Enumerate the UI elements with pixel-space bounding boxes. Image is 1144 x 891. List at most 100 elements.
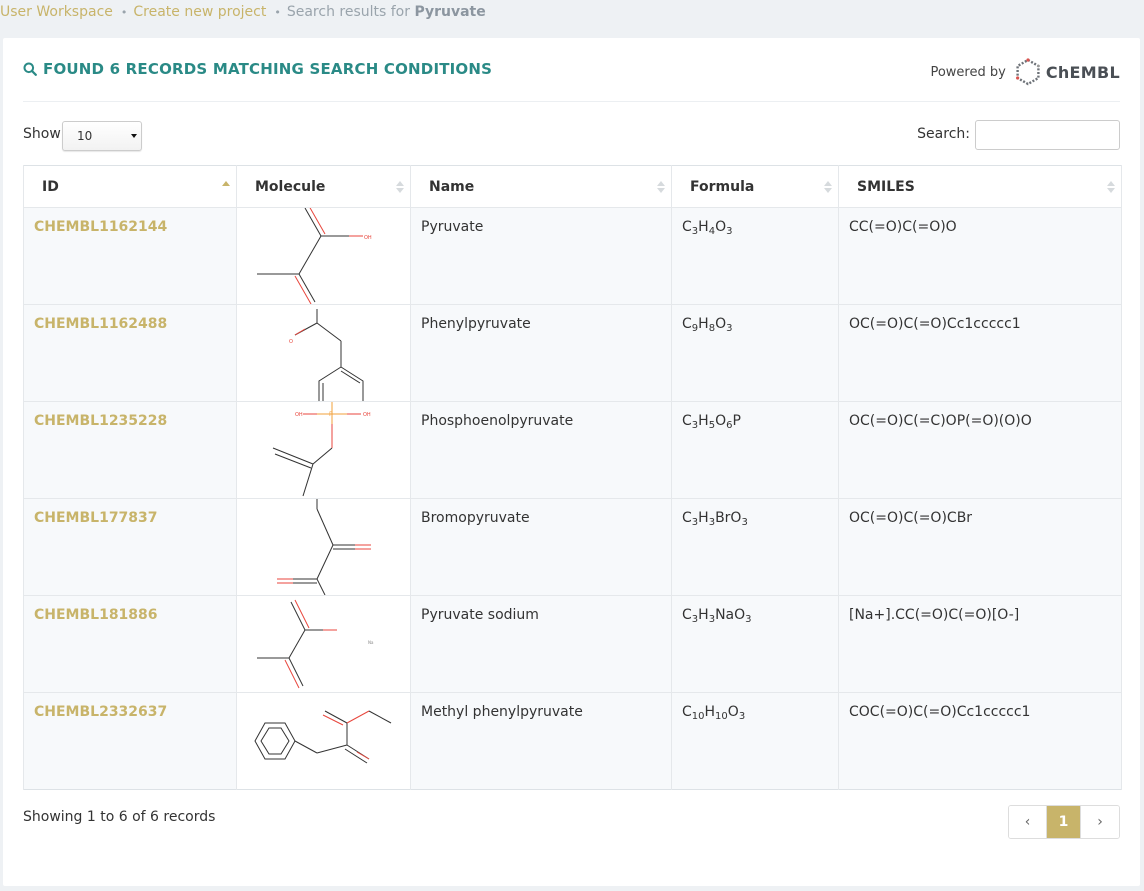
breadcrumb-search-term: Pyruvate [414, 4, 486, 20]
sort-both-icon [657, 181, 665, 193]
cell-molecule [236, 498, 411, 596]
breadcrumb-current: Search results for Pyruvate [287, 4, 486, 20]
breadcrumb: User Workspace • Create new project • Se… [0, 2, 486, 22]
cell-id: CHEMBL1235228 [23, 401, 237, 499]
svg-text:OH: OH [364, 235, 372, 241]
cell-smiles: OC(=O)C(=O)CBr [838, 498, 1122, 596]
results-panel: FOUND 6 RECORDS MATCHING SEARCH CONDITIO… [3, 38, 1140, 886]
cell-formula: C3H3NaO3 [671, 595, 839, 693]
pagination: ‹ 1 › [1008, 805, 1120, 839]
cell-molecule [236, 692, 411, 790]
cell-name: Phenylpyruvate [410, 304, 672, 402]
chevron-left-icon[interactable]: ‹ [1009, 806, 1047, 838]
svg-text:OH: OH [295, 412, 303, 418]
sort-asc-icon [222, 181, 230, 186]
page-title: FOUND 6 RECORDS MATCHING SEARCH CONDITIO… [23, 60, 492, 78]
breadcrumb-separator: • [120, 5, 128, 19]
cell-molecule: O [236, 304, 411, 402]
table-row: CHEMBL1235228 OH OH P Phosphoenolpyruvat… [23, 401, 1122, 499]
compound-id-link[interactable]: CHEMBL177837 [34, 510, 158, 526]
column-header-label: SMILES [857, 178, 915, 195]
compound-id-link[interactable]: CHEMBL1162144 [34, 219, 167, 235]
cell-id: CHEMBL177837 [23, 498, 237, 596]
table-row: CHEMBL181886 Na Pyruvate sodium C3H3NaO3… [23, 595, 1122, 693]
chembl-logo-text: ChEMBL [1045, 62, 1120, 82]
column-header-label: Molecule [255, 178, 326, 195]
page-size-value: 10 [77, 129, 93, 143]
svg-text:Na: Na [368, 640, 374, 645]
column-header-name[interactable]: Name [410, 165, 672, 208]
search-icon [23, 62, 37, 76]
breadcrumb-user-workspace[interactable]: User Workspace [0, 4, 113, 20]
cell-smiles: [Na+].CC(=O)C(=O)[O-] [838, 595, 1122, 693]
table-row: CHEMBL1162488 O Phenylpyruvate C9H8O3 OC… [23, 304, 1122, 402]
chembl-logo-icon [1015, 58, 1040, 86]
compound-id-link[interactable]: CHEMBL2332637 [34, 704, 167, 720]
molecule-structure-image [254, 710, 392, 764]
breadcrumb-separator: • [274, 5, 281, 19]
molecule-structure-image [277, 499, 371, 595]
show-label: Show [23, 126, 61, 142]
page-size-select[interactable]: 10 [62, 121, 142, 151]
column-header-smiles[interactable]: SMILES [838, 165, 1122, 208]
table-header-row: ID Molecule Name Formula SMILES [23, 165, 1122, 208]
svg-text:O: O [289, 339, 293, 345]
column-header-label: Name [429, 178, 475, 195]
column-header-formula[interactable]: Formula [671, 165, 839, 208]
cell-name: Bromopyruvate [410, 498, 672, 596]
chevron-right-icon[interactable]: › [1081, 806, 1119, 838]
cell-smiles: CC(=O)C(=O)O [838, 207, 1122, 305]
cell-molecule: Na [236, 595, 411, 693]
sort-both-icon [824, 181, 832, 193]
column-header-id[interactable]: ID [23, 165, 237, 208]
table-row: CHEMBL2332637 Methyl phenylpyruvate C10H… [23, 692, 1122, 790]
compound-id-link[interactable]: CHEMBL1235228 [34, 413, 167, 429]
sort-both-icon [396, 181, 404, 193]
cell-id: CHEMBL181886 [23, 595, 237, 693]
cell-name: Pyruvate [410, 207, 672, 305]
cell-id: CHEMBL1162144 [23, 207, 237, 305]
search-input[interactable] [975, 120, 1120, 150]
powered-by-label: Powered by [930, 64, 1006, 80]
svg-text:OH: OH [363, 412, 371, 418]
breadcrumb-create-new-project[interactable]: Create new project [133, 4, 266, 20]
table-info: Showing 1 to 6 of 6 records [23, 809, 216, 825]
results-table: ID Molecule Name Formula SMILES CHEMBL11… [23, 165, 1122, 790]
chembl-logo[interactable]: ChEMBL [1014, 58, 1120, 86]
molecule-structure-image: OH [257, 208, 372, 304]
search-label: Search: [917, 126, 970, 142]
cell-name: Pyruvate sodium [410, 595, 672, 693]
page-button-1[interactable]: 1 [1047, 806, 1081, 838]
molecule-structure-image: OH OH P [272, 402, 371, 497]
cell-smiles: OC(=O)C(=O)Cc1ccccc1 [838, 304, 1122, 402]
compound-id-link[interactable]: CHEMBL1162488 [34, 316, 167, 332]
breadcrumb-current-prefix: Search results for [286, 4, 410, 20]
column-header-molecule[interactable]: Molecule [236, 165, 411, 208]
table-row: CHEMBL177837 Bromopyruvate C3H3BrO3 OC(=… [23, 498, 1122, 596]
cell-formula: C3H4O3 [671, 207, 839, 305]
cell-formula: C10H10O3 [671, 692, 839, 790]
molecule-structure-image: O [289, 309, 364, 401]
column-header-label: Formula [690, 178, 755, 195]
cell-formula: C3H3BrO3 [671, 498, 839, 596]
cell-formula: C9H8O3 [671, 304, 839, 402]
compound-id-link[interactable]: CHEMBL181886 [34, 607, 158, 623]
chevron-down-icon [127, 122, 141, 150]
column-header-label: ID [42, 178, 59, 195]
cell-name: Phosphoenolpyruvate [410, 401, 672, 499]
cell-molecule: OH [236, 207, 411, 305]
cell-smiles: COC(=O)C(=O)Cc1ccccc1 [838, 692, 1122, 790]
panel-header: FOUND 6 RECORDS MATCHING SEARCH CONDITIO… [23, 58, 1120, 102]
powered-by: Powered by ChEMBL [930, 58, 1120, 86]
molecule-structure-image: Na [257, 599, 374, 689]
cell-formula: C3H5O6P [671, 401, 839, 499]
cell-smiles: OC(=O)C(=C)OP(=O)(O)O [838, 401, 1122, 499]
cell-molecule: OH OH P [236, 401, 411, 499]
cell-id: CHEMBL2332637 [23, 692, 237, 790]
sort-both-icon [1107, 181, 1115, 193]
cell-name: Methyl phenylpyruvate [410, 692, 672, 790]
table-controls: Show 10 Search: [23, 120, 1120, 152]
cell-id: CHEMBL1162488 [23, 304, 237, 402]
page-title-text: FOUND 6 RECORDS MATCHING SEARCH CONDITIO… [43, 60, 493, 78]
table-row: CHEMBL1162144 OH Pyruvate C3H4O3 CC(=O)C… [23, 207, 1122, 305]
